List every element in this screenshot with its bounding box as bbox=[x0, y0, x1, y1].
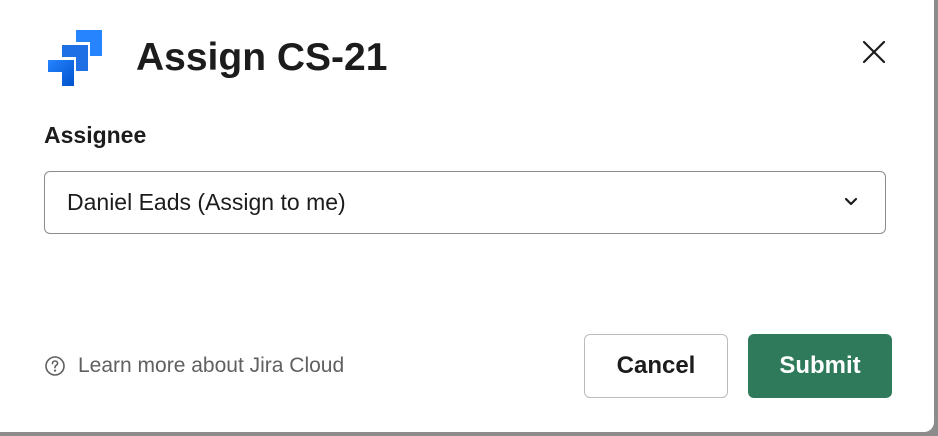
chevron-down-icon bbox=[844, 197, 858, 206]
submit-button[interactable]: Submit bbox=[748, 334, 892, 398]
learn-more-text: Learn more about Jira Cloud bbox=[78, 354, 345, 377]
jira-logo-icon bbox=[46, 28, 106, 88]
question-circle-icon bbox=[45, 356, 65, 376]
cancel-button[interactable]: Cancel bbox=[584, 334, 728, 398]
learn-more-link[interactable]: Learn more about Jira Cloud bbox=[44, 354, 344, 378]
assignee-select-value: Daniel Eads (Assign to me) bbox=[67, 189, 346, 215]
assignee-label: Assignee bbox=[44, 122, 147, 148]
close-icon bbox=[862, 40, 886, 64]
assignee-select[interactable]: Daniel Eads (Assign to me) bbox=[44, 171, 886, 234]
dialog-title: Assign CS-21 bbox=[136, 36, 388, 79]
close-button[interactable] bbox=[858, 36, 890, 68]
assign-dialog: Assign CS-21 Assignee Daniel Eads (Assig… bbox=[0, 0, 934, 432]
dialog-header: Assign CS-21 bbox=[46, 24, 904, 94]
